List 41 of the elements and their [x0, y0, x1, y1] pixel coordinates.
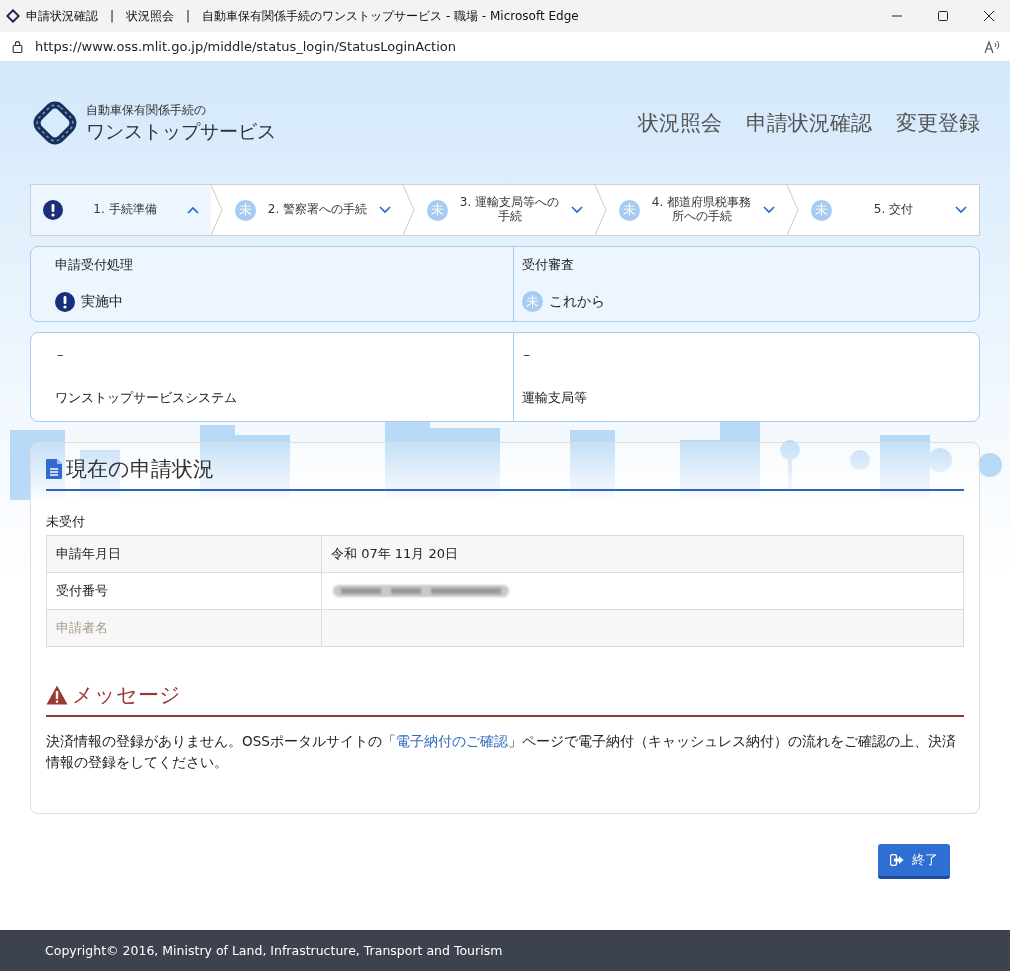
step-tab[interactable]: 1. 手続準備 — [31, 185, 211, 235]
alert-icon — [55, 292, 75, 312]
nav-link[interactable]: 状況照会 — [638, 109, 722, 137]
application-state: 未受付 — [46, 513, 86, 531]
logo-subtitle: 自動車保有関係手続の — [86, 101, 207, 119]
exit-button[interactable]: 終了 — [878, 844, 950, 879]
logo-title: ワンストップサービス — [86, 118, 276, 144]
window-title: 申請状況確認 | 状況照会 | 自動車保有関係手続のワンストップサービス - 職場 - Microsoft Edge — [26, 7, 580, 25]
process-status: 実施中 — [81, 293, 123, 311]
process-organization: 運輸支局等 — [521, 389, 588, 408]
pending-badge: 未 — [235, 199, 256, 221]
app-icon — [6, 9, 20, 23]
alert-icon — [43, 200, 63, 220]
process-title: 申請受付処理 — [55, 256, 134, 274]
read-aloud-icon[interactable] — [984, 39, 1000, 54]
process-status: これから — [548, 292, 605, 311]
process-title: 受付審査 — [521, 255, 575, 274]
message-text: 決済情報の登録がありません。OSSポータルサイトの「電子納付のご確認」ページで電子納付（キャッシュレス納付）の流れをご確認の上、決済情報の登録をしてください。 — [46, 732, 957, 772]
copyright-text: Copyright© 2016, Ministry of Land, Infrastructure, Transport and Tourism — [45, 943, 503, 958]
exit-icon — [890, 854, 904, 866]
process-date: – — [56, 346, 65, 362]
maximize-icon[interactable] — [938, 11, 948, 21]
pending-badge: 未 — [427, 199, 448, 221]
nav-link[interactable]: 変更登録 — [896, 109, 980, 137]
message-title: メッセージ — [72, 682, 181, 709]
lock-icon — [12, 40, 23, 53]
warning-icon — [46, 685, 68, 705]
field-value: 令和 07年 11月 20日 — [330, 545, 460, 563]
payment-info-link[interactable]: 電子納付のご確認 — [395, 733, 508, 749]
pending-badge: 未 — [521, 291, 543, 313]
process-organization: ワンストップサービスシステム — [55, 389, 238, 408]
close-icon[interactable] — [984, 11, 994, 21]
document-icon — [46, 459, 62, 479]
field-label: 申請者名 — [47, 610, 322, 646]
address-field[interactable]: https://www.oss.mlit.go.jp/middle/status_login/StatusLoginAction — [35, 39, 984, 54]
process-date: – — [522, 346, 531, 362]
pending-badge: 未 — [811, 199, 832, 221]
section-title: 現在の申請状況 — [66, 456, 214, 483]
pending-badge: 未 — [619, 199, 640, 221]
field-label: 申請年月日 — [47, 536, 322, 572]
nav-link[interactable]: 申請状況確認 — [746, 109, 872, 137]
